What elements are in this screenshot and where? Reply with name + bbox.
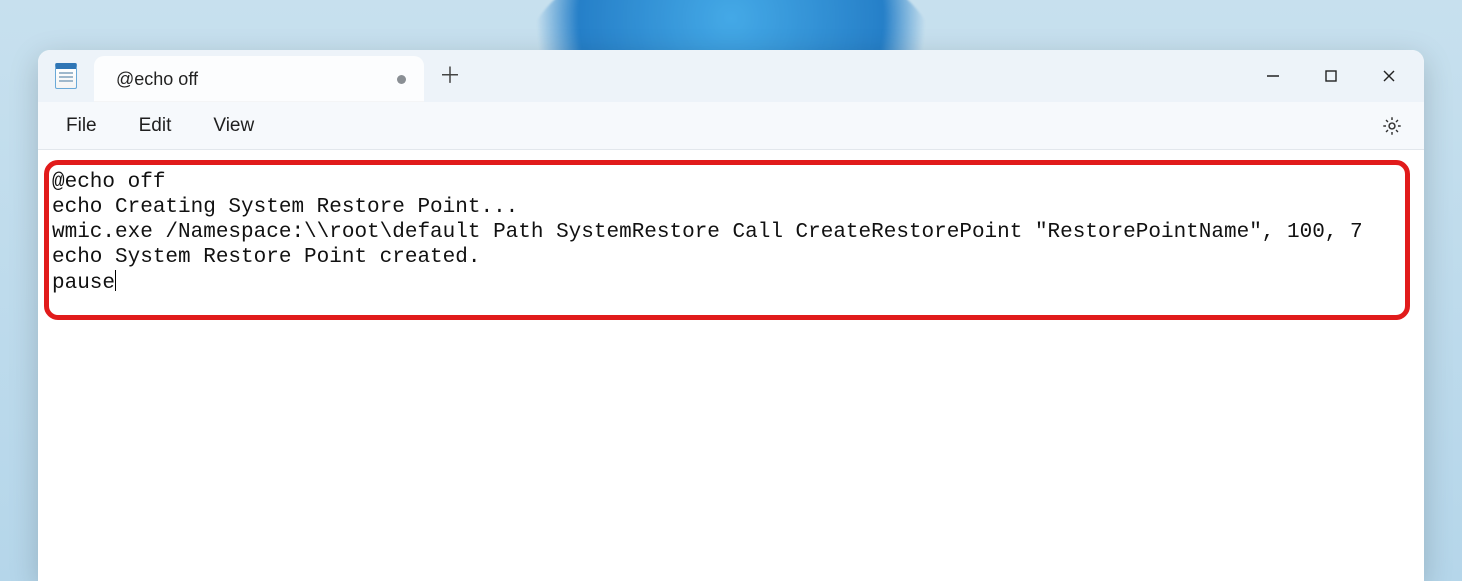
- tab-title: @echo off: [116, 69, 198, 90]
- menu-edit[interactable]: Edit: [121, 107, 190, 145]
- text-caret: [115, 270, 116, 291]
- minimize-icon: [1266, 69, 1280, 83]
- tab-active[interactable]: @echo off: [94, 56, 424, 102]
- gear-icon: [1381, 115, 1403, 137]
- notepad-window: @echo off ＋ File Edit View: [38, 50, 1424, 581]
- editor-area[interactable]: @echo off echo Creating System Restore P…: [38, 150, 1424, 581]
- minimize-button[interactable]: [1244, 50, 1302, 102]
- menu-file[interactable]: File: [48, 107, 115, 145]
- settings-button[interactable]: [1370, 104, 1414, 148]
- titlebar[interactable]: @echo off ＋: [38, 50, 1424, 102]
- notepad-icon: [55, 63, 77, 89]
- unsaved-indicator-icon[interactable]: [397, 75, 406, 84]
- plus-icon: ＋: [439, 65, 461, 87]
- menubar: File Edit View: [38, 102, 1424, 150]
- close-button[interactable]: [1360, 50, 1418, 102]
- maximize-button[interactable]: [1302, 50, 1360, 102]
- app-icon-slot: [38, 50, 94, 102]
- new-tab-button[interactable]: ＋: [424, 50, 476, 102]
- window-controls: [1244, 50, 1424, 102]
- maximize-icon: [1324, 69, 1338, 83]
- menu-view[interactable]: View: [195, 107, 272, 145]
- editor-text[interactable]: @echo off echo Creating System Restore P…: [48, 164, 1414, 296]
- close-icon: [1382, 69, 1396, 83]
